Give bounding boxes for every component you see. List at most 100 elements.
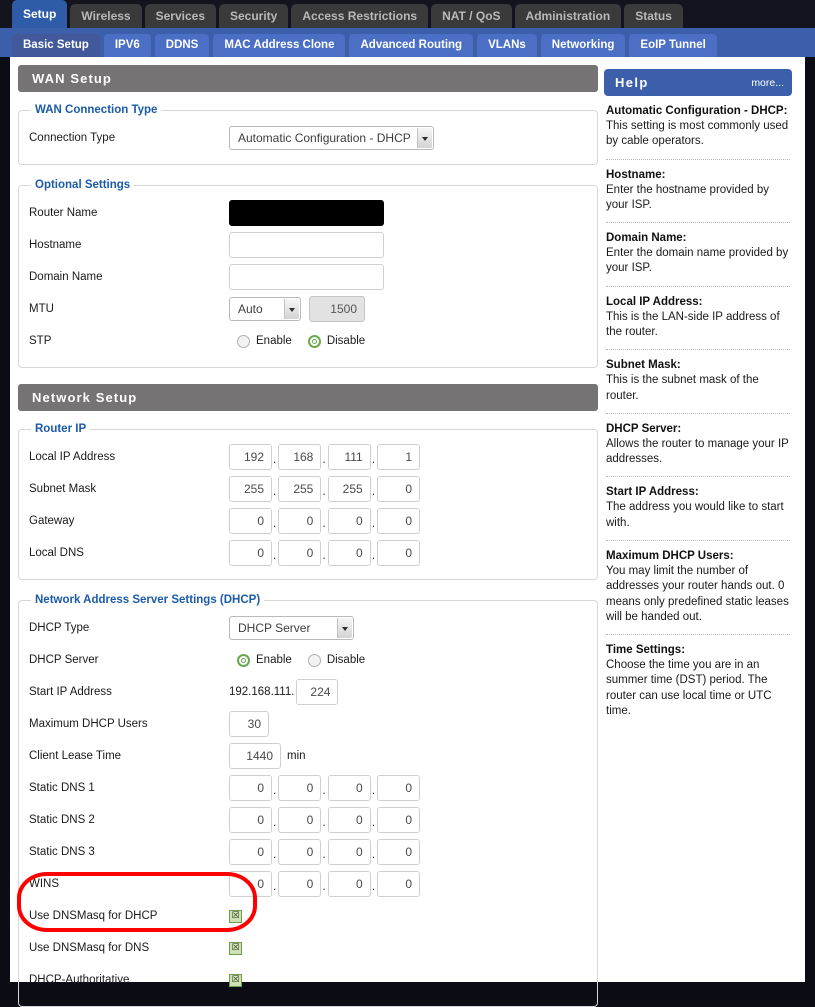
main-tab-administration[interactable]: Administration <box>514 4 622 28</box>
static-dns2-octet-1[interactable] <box>229 807 272 833</box>
main-tab-setup[interactable]: Setup <box>12 0 68 28</box>
dhcp-server-row: DHCP Server Enable Disable <box>29 644 587 676</box>
connection-type-value: Automatic Configuration - DHCP <box>238 131 411 145</box>
gateway-octets: ... <box>229 508 421 534</box>
local-dns-octet-2[interactable] <box>278 540 322 566</box>
static-dns1-octet-3[interactable] <box>327 775 371 801</box>
local-dns-octets: ... <box>229 540 421 566</box>
sub-tab-mac-address-clone[interactable]: MAC Address Clone <box>213 34 346 57</box>
subnet-mask-octet-3[interactable] <box>327 476 371 502</box>
wins-row: WINS ... <box>29 868 587 900</box>
gateway-octet-2[interactable] <box>278 508 322 534</box>
sub-tab-ipv6[interactable]: IPV6 <box>103 34 151 57</box>
mtu-value-input[interactable] <box>309 296 365 322</box>
main-tab-access-restrictions[interactable]: Access Restrictions <box>291 4 429 28</box>
local-dns-octet-1[interactable] <box>229 540 272 566</box>
static-dns3-row: Static DNS 3 ... <box>29 836 587 868</box>
gateway-octet-1[interactable] <box>229 508 272 534</box>
octet-separator: . <box>322 879 326 893</box>
main-column: WAN Setup WAN Connection Type Connection… <box>10 65 598 1007</box>
sub-tab-eoip-tunnel[interactable]: EoIP Tunnel <box>629 34 717 57</box>
subnet-mask-octet-1[interactable] <box>229 476 272 502</box>
local-ip-octets: ... <box>229 444 421 470</box>
lease-time-unit: min <box>287 750 306 762</box>
help-item: DHCP Server: Allows the router to manage … <box>604 414 792 478</box>
gateway-octet-4[interactable] <box>377 508 421 534</box>
gateway-octet-3[interactable] <box>327 508 371 534</box>
sub-tab-ddns[interactable]: DDNS <box>154 34 210 57</box>
sub-tab-networking[interactable]: Networking <box>540 34 626 57</box>
help-item: Time Settings: Choose the time you are in… <box>604 635 792 719</box>
local-ip-octet-1[interactable] <box>229 444 272 470</box>
subnet-mask-octet-4[interactable] <box>377 476 421 502</box>
dnsmasq-dns-checkbox[interactable]: ☒ <box>229 941 242 955</box>
octet-separator: . <box>322 516 326 530</box>
local-ip-octet-4[interactable] <box>377 444 421 470</box>
dhcp-server-enable-label: Enable <box>256 654 292 666</box>
help-more-link[interactable]: more... <box>751 77 784 89</box>
router-name-input[interactable] <box>229 200 384 226</box>
main-tab-security[interactable]: Security <box>219 4 289 28</box>
octet-separator: . <box>322 847 326 861</box>
static-dns2-octet-2[interactable] <box>278 807 322 833</box>
wins-octet-2[interactable] <box>278 871 322 897</box>
mtu-mode-select[interactable]: Auto <box>229 297 301 321</box>
lease-time-input[interactable] <box>229 743 281 769</box>
local-dns-octet-3[interactable] <box>327 540 371 566</box>
local-ip-octet-3[interactable] <box>327 444 371 470</box>
static-dns3-label: Static DNS 3 <box>29 846 95 858</box>
main-tab-wireless[interactable]: Wireless <box>70 4 142 28</box>
local-ip-label: Local IP Address <box>29 451 116 463</box>
subnet-mask-octet-2[interactable] <box>278 476 322 502</box>
dnsmasq-dhcp-checkbox[interactable]: ☒ <box>229 909 242 923</box>
sub-tab-basic-setup[interactable]: Basic Setup <box>12 34 100 57</box>
hostname-input[interactable] <box>229 232 384 258</box>
wins-octet-1[interactable] <box>229 871 272 897</box>
dhcp-server-disable-radio[interactable] <box>307 653 321 667</box>
sub-tab-vlans[interactable]: VLANs <box>477 34 537 57</box>
help-item-term: Start IP Address: <box>606 486 699 499</box>
max-dhcp-users-input[interactable] <box>229 711 269 737</box>
static-dns2-octet-3[interactable] <box>327 807 371 833</box>
stp-enable-radio[interactable] <box>237 334 250 348</box>
static-dns1-octet-4[interactable] <box>377 775 421 801</box>
domain-name-input[interactable] <box>229 264 384 290</box>
stp-disable-option[interactable]: Disable <box>307 334 366 348</box>
dhcp-server-enable-radio[interactable] <box>237 653 250 667</box>
sub-tab-advanced-routing[interactable]: Advanced Routing <box>349 34 474 57</box>
subnet-mask-octets: ... <box>229 476 421 502</box>
static-dns3-octet-2[interactable] <box>278 839 322 865</box>
stp-disable-label: Disable <box>326 335 366 347</box>
dhcp-authoritative-checkbox[interactable]: ☒ <box>229 973 242 987</box>
dhcp-authoritative-row: DHCP-Authoritative ☒ <box>29 964 587 996</box>
main-tab-services[interactable]: Services <box>144 4 216 28</box>
static-dns1-octet-1[interactable] <box>229 775 272 801</box>
main-tab-status[interactable]: Status <box>624 4 683 28</box>
static-dns3-octet-4[interactable] <box>377 839 421 865</box>
main-tab-nat-qos[interactable]: NAT / QoS <box>431 4 512 28</box>
local-ip-octet-2[interactable] <box>278 444 322 470</box>
dhcp-type-value: DHCP Server <box>238 621 311 635</box>
static-dns3-octet-1[interactable] <box>229 839 272 865</box>
connection-type-select[interactable]: Automatic Configuration - DHCP <box>229 126 434 150</box>
dhcp-type-select[interactable]: DHCP Server <box>229 616 354 640</box>
static-dns2-octets: ... <box>229 807 421 833</box>
mtu-row: MTU Auto <box>29 293 587 325</box>
static-dns3-octet-3[interactable] <box>327 839 371 865</box>
static-dns1-octet-2[interactable] <box>278 775 322 801</box>
dnsmasq-dns-row: Use DNSMasq for DNS ☒ <box>29 932 587 964</box>
dhcp-server-disable-option[interactable]: Disable <box>307 653 365 667</box>
dhcp-server-enable-option[interactable]: Enable <box>237 653 292 667</box>
static-dns2-octet-4[interactable] <box>377 807 421 833</box>
local-dns-octet-4[interactable] <box>377 540 421 566</box>
help-item-term: Maximum DHCP Users: <box>606 549 734 562</box>
start-ip-input[interactable] <box>296 679 339 705</box>
local-dns-row: Local DNS ... <box>29 537 587 569</box>
stp-enable-option[interactable]: Enable <box>237 334 292 348</box>
wins-octet-4[interactable] <box>377 871 421 897</box>
wins-octet-3[interactable] <box>327 871 371 897</box>
subnet-mask-label: Subnet Mask <box>29 483 97 495</box>
router-ip-legend: Router IP <box>35 423 87 435</box>
stp-disable-radio[interactable] <box>307 334 321 348</box>
wan-connection-type-group: WAN Connection Type Connection Type Auto… <box>18 104 598 165</box>
